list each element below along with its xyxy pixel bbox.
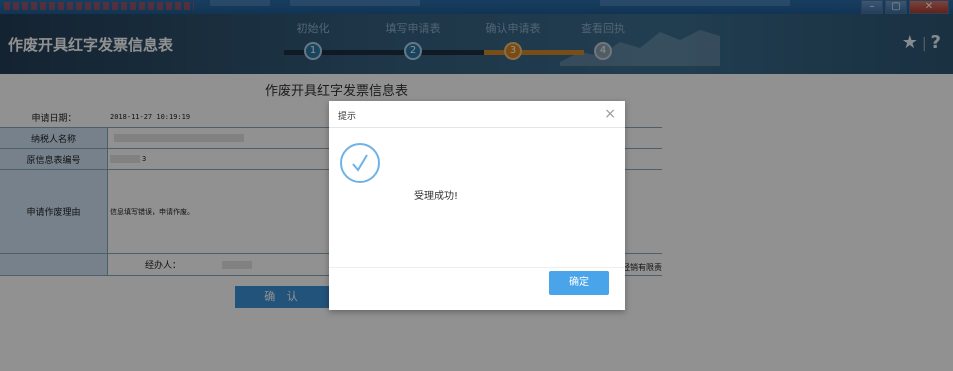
- check-circle-icon: [340, 143, 380, 183]
- dialog-message: 受理成功!: [414, 191, 459, 202]
- dialog-header: 提示 ×: [329, 101, 625, 128]
- ok-button[interactable]: 确定: [549, 271, 609, 295]
- close-icon[interactable]: ×: [604, 106, 616, 122]
- success-dialog: 提示 × 受理成功! 确定: [329, 101, 625, 310]
- dialog-title: 提示: [338, 112, 357, 122]
